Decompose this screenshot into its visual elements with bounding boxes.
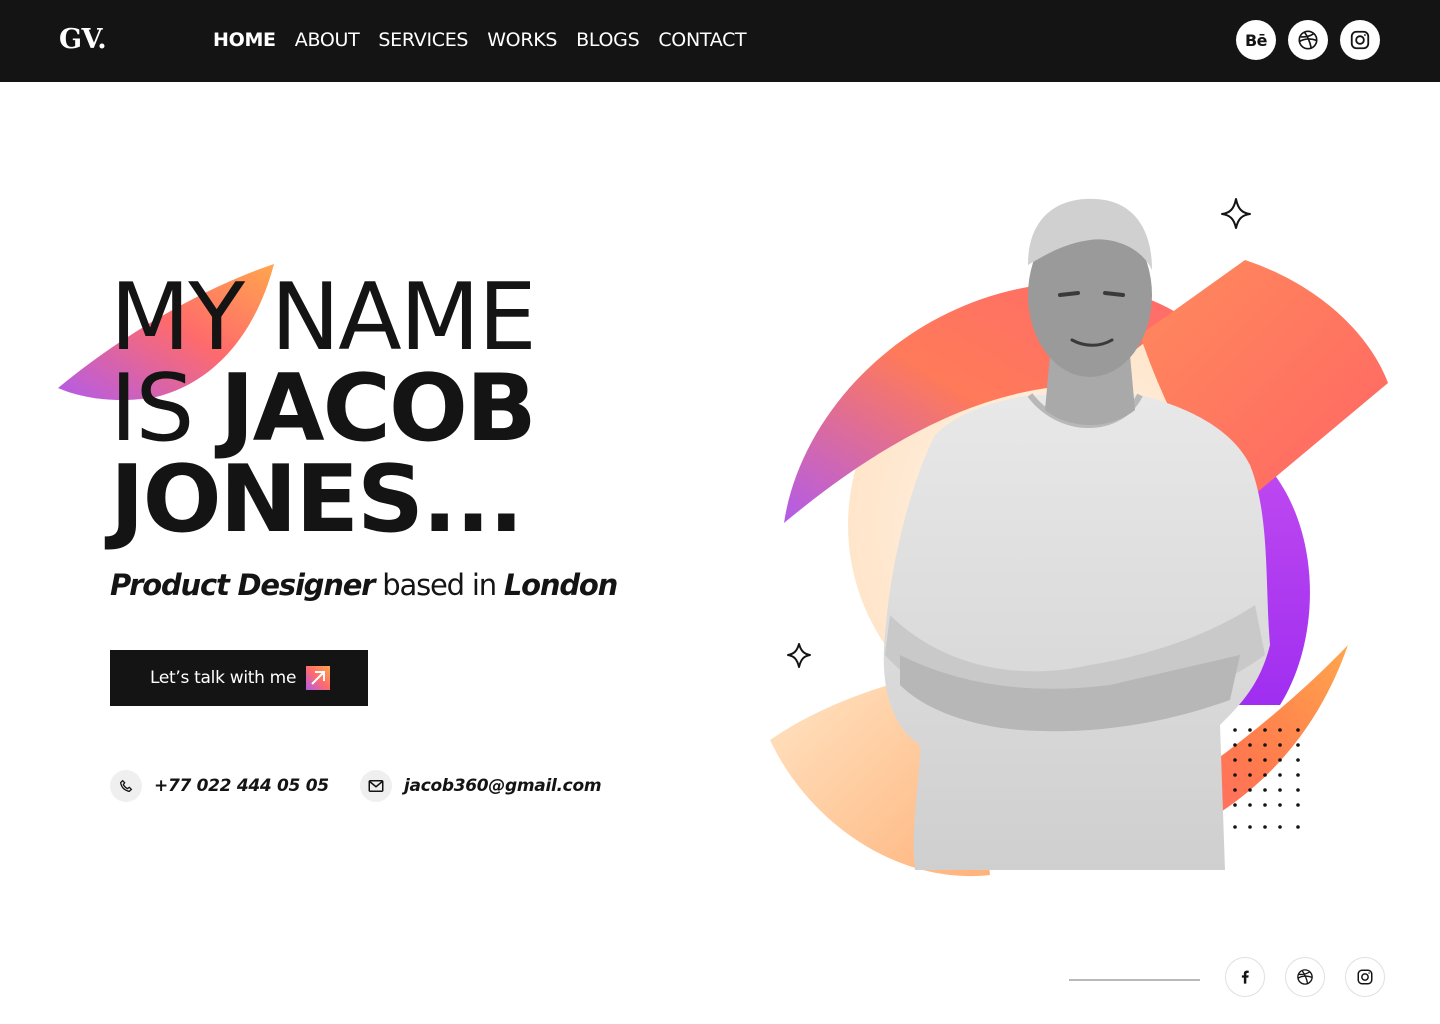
footer-social-links	[1225, 957, 1385, 997]
instagram-button[interactable]	[1340, 20, 1380, 60]
site-logo[interactable]: GV.	[59, 24, 107, 55]
nav-link-works[interactable]: WORKS	[487, 29, 557, 51]
sparkle-icon	[787, 643, 811, 668]
phone-icon	[110, 770, 142, 802]
dribbble-icon	[1298, 30, 1318, 50]
arrow-up-right-icon	[306, 666, 331, 690]
hero-illustration	[770, 198, 1388, 877]
mail-icon	[360, 770, 392, 802]
behance-button[interactable]: Bē	[1236, 20, 1276, 60]
header-social-links: Bē	[1236, 20, 1380, 60]
hero-subtitle: Product Designer based in London	[110, 568, 618, 602]
email-address: jacob360@gmail.com	[404, 776, 602, 796]
nav-link-blogs[interactable]: BLOGS	[576, 29, 639, 51]
footer-dribbble-button[interactable]	[1285, 957, 1325, 997]
dribbble-icon	[1297, 969, 1313, 985]
subtitle-city: London	[503, 568, 618, 602]
sparkle-icon	[1221, 198, 1251, 229]
subtitle-role: Product Designer	[110, 568, 375, 602]
footer-divider-line	[1069, 979, 1200, 981]
dribbble-button[interactable]	[1288, 20, 1328, 60]
main-nav: HOME ABOUT SERVICES WORKS BLOGS CONTACT	[213, 29, 765, 51]
footer-instagram-button[interactable]	[1345, 957, 1385, 997]
nav-link-contact[interactable]: CONTACT	[658, 29, 746, 51]
instagram-icon	[1350, 30, 1370, 50]
footer-facebook-button[interactable]	[1225, 957, 1265, 997]
lets-talk-button[interactable]: Let’s talk with me	[110, 650, 368, 706]
instagram-icon	[1357, 969, 1373, 985]
email-contact[interactable]: jacob360@gmail.com	[360, 770, 602, 802]
nav-link-about[interactable]: ABOUT	[295, 29, 360, 51]
behance-icon: Bē	[1244, 30, 1268, 50]
nav-link-services[interactable]: SERVICES	[378, 29, 468, 51]
subtitle-middle: based in	[374, 568, 504, 602]
hero-title: MY NAME IS JACOB JONES...	[110, 263, 537, 553]
hero-title-line-2: IS JACOB	[110, 362, 537, 455]
hero-title-line-1: MY NAME	[110, 263, 537, 371]
phone-contact[interactable]: +77 022 444 05 05	[110, 770, 329, 802]
nav-link-home[interactable]: HOME	[213, 29, 276, 51]
phone-number: +77 022 444 05 05	[154, 776, 329, 796]
hero-title-last-name: JONES...	[110, 445, 524, 553]
facebook-icon	[1241, 970, 1249, 984]
top-navigation-bar: GV. HOME ABOUT SERVICES WORKS BLOGS CONT…	[0, 0, 1440, 82]
lets-talk-label: Let’s talk with me	[150, 668, 297, 688]
